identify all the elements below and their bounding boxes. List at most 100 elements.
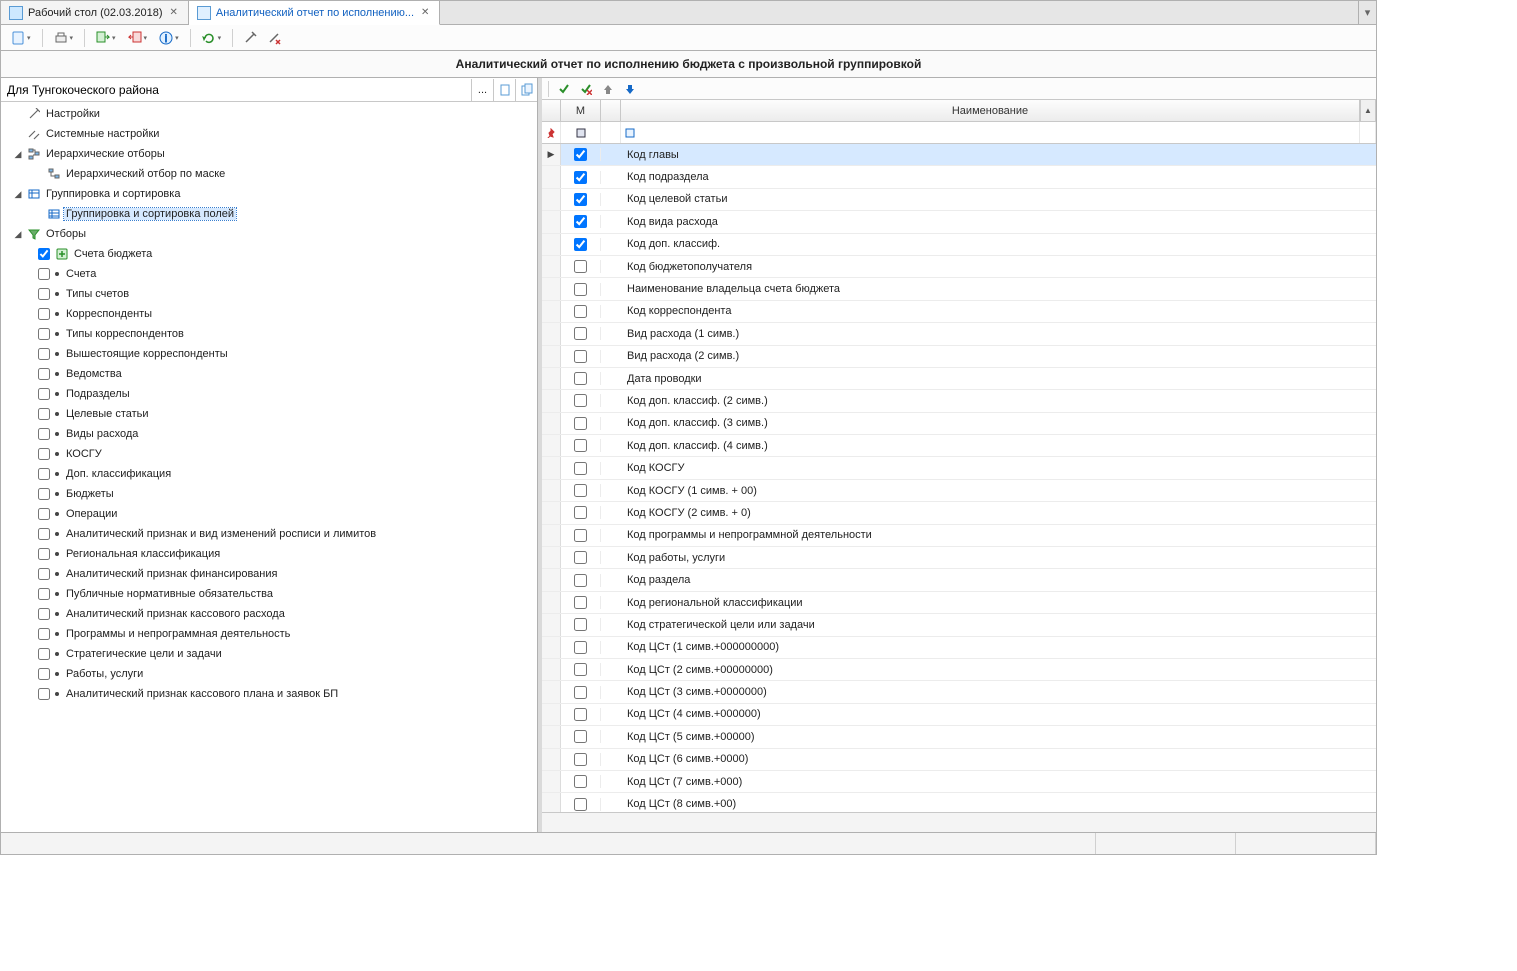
filter-checkbox[interactable] xyxy=(38,608,50,620)
row-m-checkbox[interactable] xyxy=(574,596,587,609)
row-m-checkbox[interactable] xyxy=(574,260,587,273)
row-header[interactable] xyxy=(542,166,561,187)
row-header[interactable] xyxy=(542,726,561,747)
row-m-checkbox[interactable] xyxy=(574,215,587,228)
tree-filter-item[interactable]: Типы корреспондентов xyxy=(1,324,537,344)
row-header[interactable] xyxy=(542,346,561,367)
row-m-checkbox[interactable] xyxy=(574,305,587,318)
tree-filter-item[interactable]: Работы, услуги xyxy=(1,664,537,684)
row-m-checkbox[interactable] xyxy=(574,618,587,631)
table-row[interactable]: Код подраздела xyxy=(542,166,1376,188)
tree-filter-item[interactable]: Виды расхода xyxy=(1,424,537,444)
info-button[interactable]: i xyxy=(155,28,183,48)
table-row[interactable]: Код региональной классификации xyxy=(542,592,1376,614)
close-icon[interactable]: ✕ xyxy=(168,7,180,18)
row-m-checkbox[interactable] xyxy=(574,798,587,811)
template-duplicate-button[interactable] xyxy=(515,79,537,101)
uncheck-button[interactable] xyxy=(577,80,595,98)
tree-node-filters[interactable]: ◢ Отборы xyxy=(1,224,537,244)
table-row[interactable]: Код бюджетополучателя xyxy=(542,256,1376,278)
move-up-button[interactable] xyxy=(599,80,617,98)
row-header[interactable] xyxy=(542,480,561,501)
filter-checkbox[interactable] xyxy=(38,288,50,300)
collapse-icon[interactable]: ◢ xyxy=(12,228,24,240)
tree-filter-item[interactable]: Подразделы xyxy=(1,384,537,404)
tree-filter-item[interactable]: Аналитический признак и вид изменений ро… xyxy=(1,524,537,544)
template-copy-button[interactable] xyxy=(493,79,515,101)
export-button[interactable] xyxy=(92,28,120,48)
tab-desktop[interactable]: Рабочий стол (02.03.2018) ✕ xyxy=(1,1,189,24)
row-header[interactable] xyxy=(542,189,561,210)
row-m-checkbox[interactable] xyxy=(574,484,587,497)
row-header[interactable] xyxy=(542,681,561,702)
row-m-checkbox[interactable] xyxy=(574,171,587,184)
filter-m-icon[interactable] xyxy=(561,122,601,143)
table-row[interactable]: Код ЦСт (3 симв.+0000000) xyxy=(542,681,1376,703)
row-header[interactable] xyxy=(542,614,561,635)
filter-checkbox[interactable] xyxy=(38,328,50,340)
template-input[interactable] xyxy=(1,83,471,97)
tree-filter-item[interactable]: Счета xyxy=(1,264,537,284)
row-m-checkbox[interactable] xyxy=(574,730,587,743)
move-down-button[interactable] xyxy=(621,80,639,98)
row-header[interactable] xyxy=(542,547,561,568)
new-button[interactable] xyxy=(7,28,35,48)
tree-node-sys-settings[interactable]: Системные настройки xyxy=(1,124,537,144)
row-header[interactable] xyxy=(542,749,561,770)
table-row[interactable]: Код ЦСт (7 симв.+000) xyxy=(542,771,1376,793)
tree-filter-item[interactable]: Программы и непрограммная деятельность xyxy=(1,624,537,644)
table-row[interactable]: Код ЦСт (4 симв.+000000) xyxy=(542,704,1376,726)
row-m-checkbox[interactable] xyxy=(574,551,587,564)
table-row[interactable]: Вид расхода (2 симв.) xyxy=(542,346,1376,368)
table-row[interactable]: Код доп. классиф. (3 симв.) xyxy=(542,413,1376,435)
row-header[interactable] xyxy=(542,704,561,725)
row-header[interactable] xyxy=(542,368,561,389)
table-row[interactable]: Код раздела xyxy=(542,569,1376,591)
table-row[interactable]: Код ЦСт (8 симв.+00) xyxy=(542,793,1376,812)
table-row[interactable]: Код вида расхода xyxy=(542,211,1376,233)
row-m-checkbox[interactable] xyxy=(574,641,587,654)
row-header[interactable] xyxy=(542,211,561,232)
row-header[interactable] xyxy=(542,256,561,277)
filter-checkbox[interactable] xyxy=(38,648,50,660)
filter-name-icon[interactable] xyxy=(621,122,1360,143)
filter-checkbox[interactable] xyxy=(38,548,50,560)
tree-filter-item[interactable]: Корреспонденты xyxy=(1,304,537,324)
row-header[interactable] xyxy=(542,390,561,411)
row-m-checkbox[interactable] xyxy=(574,686,587,699)
row-header[interactable] xyxy=(542,592,561,613)
row-header[interactable] xyxy=(542,323,561,344)
close-icon[interactable]: ✕ xyxy=(419,7,431,18)
filter-checkbox[interactable] xyxy=(38,348,50,360)
table-row[interactable]: Код стратегической цели или задачи xyxy=(542,614,1376,636)
row-m-checkbox[interactable] xyxy=(574,327,587,340)
tool-delete-button[interactable] xyxy=(264,28,284,48)
tree-filter-item[interactable]: КОСГУ xyxy=(1,444,537,464)
filter-checkbox[interactable] xyxy=(38,428,50,440)
table-row[interactable]: Код ЦСт (2 симв.+00000000) xyxy=(542,659,1376,681)
row-header[interactable] xyxy=(542,771,561,792)
row-header[interactable] xyxy=(542,569,561,590)
table-row[interactable]: Код работы, услуги xyxy=(542,547,1376,569)
row-header[interactable] xyxy=(542,502,561,523)
row-m-checkbox[interactable] xyxy=(574,506,587,519)
column-header-name[interactable]: Наименование xyxy=(621,100,1360,121)
collapse-icon[interactable]: ◢ xyxy=(12,148,24,160)
tree-filter-item[interactable]: Операции xyxy=(1,504,537,524)
filter-checkbox[interactable] xyxy=(38,408,50,420)
filter-checkbox[interactable] xyxy=(38,268,50,280)
row-m-checkbox[interactable] xyxy=(574,574,587,587)
scroll-up-icon[interactable]: ▲ xyxy=(1360,100,1376,121)
tree-filter-item[interactable]: Целевые статьи xyxy=(1,404,537,424)
row-m-checkbox[interactable] xyxy=(574,439,587,452)
tree-node-settings[interactable]: Настройки xyxy=(1,104,537,124)
template-more-button[interactable]: ... xyxy=(471,79,493,101)
row-m-checkbox[interactable] xyxy=(574,193,587,206)
refresh-button[interactable] xyxy=(198,28,226,48)
row-m-checkbox[interactable] xyxy=(574,238,587,251)
row-header[interactable] xyxy=(542,793,561,812)
tree-filter-item[interactable]: Аналитический признак кассового расхода xyxy=(1,604,537,624)
filter-pin-icon[interactable] xyxy=(542,122,561,143)
row-header[interactable] xyxy=(542,413,561,434)
table-row[interactable]: Вид расхода (1 симв.) xyxy=(542,323,1376,345)
